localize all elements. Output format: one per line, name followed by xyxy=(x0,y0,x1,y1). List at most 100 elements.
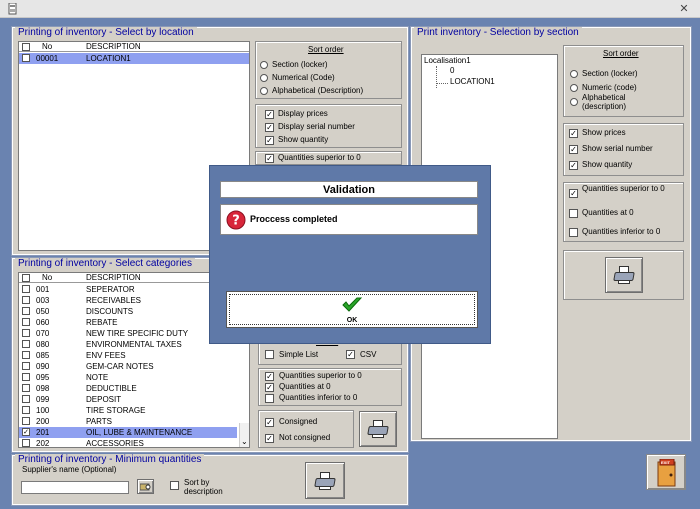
print-categories-button[interactable] xyxy=(359,411,397,447)
category-row[interactable]: 098 DEDUCTIBLE xyxy=(19,383,237,394)
category-row-description: DISCOUNTS xyxy=(86,307,134,316)
section-sort-alphabetical-radio[interactable] xyxy=(570,98,578,106)
category-row-checkbox[interactable] xyxy=(22,373,30,381)
category-row-checkbox[interactable] xyxy=(22,351,30,359)
section-sort-numeric-radio[interactable] xyxy=(570,84,578,92)
location-qty-superior-checkbox[interactable]: ✓ xyxy=(265,154,274,163)
display-serial-checkbox[interactable]: ✓ xyxy=(265,123,274,132)
consigned-checkbox[interactable]: ✓ xyxy=(265,418,274,427)
cat-qty-zero-checkbox[interactable]: ✓ xyxy=(265,383,274,392)
categories-select-all-checkbox[interactable] xyxy=(22,274,30,282)
category-row-no: 080 xyxy=(36,340,50,349)
categories-scrollbar[interactable]: ⌄ xyxy=(239,423,249,447)
exit-button[interactable]: EXIT xyxy=(646,454,686,490)
not-consigned-checkbox[interactable]: ✓ xyxy=(265,434,274,443)
location-row-checkbox[interactable] xyxy=(22,54,30,62)
show-serial-label: Show serial number xyxy=(582,144,653,153)
supplier-search-button[interactable] xyxy=(137,479,154,494)
category-row-checkbox[interactable] xyxy=(22,318,30,326)
show-quantity-checkbox[interactable]: ✓ xyxy=(265,136,274,145)
category-row[interactable]: 100 TIRE STORAGE xyxy=(19,405,237,416)
category-row-no: 050 xyxy=(36,307,50,316)
print-min-qty-button[interactable] xyxy=(305,462,345,499)
category-row[interactable]: 003 RECEIVABLES xyxy=(19,295,237,306)
location-list-header: No DESCRIPTION xyxy=(19,42,249,52)
section-sort-order-title: Sort order xyxy=(603,49,639,58)
dialog-ok-button[interactable]: OK xyxy=(226,291,478,328)
category-row[interactable]: 202 ACCESSORIES xyxy=(19,438,237,449)
section-qty-superior-checkbox[interactable]: ✓ xyxy=(569,189,578,198)
print-section-button[interactable] xyxy=(605,257,643,293)
category-row[interactable]: 050 DISCOUNTS xyxy=(19,306,237,317)
show-serial-checkbox[interactable]: ✓ xyxy=(569,145,578,154)
category-row-checkbox[interactable] xyxy=(22,406,30,414)
section-show-quantity-checkbox[interactable]: ✓ xyxy=(569,161,578,170)
section-qty-inferior-checkbox[interactable] xyxy=(569,228,578,237)
category-row[interactable]: 060 REBATE xyxy=(19,317,237,328)
category-row[interactable]: 001 SEPERATOR xyxy=(19,284,237,295)
category-row-checkbox[interactable] xyxy=(22,384,30,392)
tree-leaf-node[interactable]: LOCATION1 xyxy=(450,77,495,87)
categories-qty-group: ✓ Quantities superior to 0 ✓ Quantities … xyxy=(258,368,402,406)
category-row-checkbox[interactable] xyxy=(22,439,30,447)
cat-qty-superior-checkbox[interactable]: ✓ xyxy=(265,372,274,381)
show-prices-checkbox[interactable]: ✓ xyxy=(569,129,578,138)
category-row-checkbox[interactable] xyxy=(22,307,30,315)
category-row[interactable]: 090 GEM-CAR NOTES xyxy=(19,361,237,372)
csv-checkbox[interactable]: ✓ xyxy=(346,350,355,359)
category-row-checkbox[interactable]: ✓ xyxy=(22,428,30,436)
category-row[interactable]: 099 DEPOSIT xyxy=(19,394,237,405)
close-window-button[interactable]: ✕ xyxy=(672,1,696,16)
category-row[interactable]: 200 PARTS xyxy=(19,416,237,427)
tree-root-node[interactable]: Localisation1 xyxy=(424,56,471,66)
sort-by-description-label: Sort by description xyxy=(184,478,223,496)
folder-search-icon xyxy=(140,483,151,491)
dialog-ok-label: OK xyxy=(346,317,358,324)
category-row[interactable]: 095 NOTE xyxy=(19,372,237,383)
tree-child-node[interactable]: 0 xyxy=(450,66,454,76)
category-row-no: 085 xyxy=(36,351,50,360)
location-sort-alphabetical-label: Alphabetical (Description) xyxy=(272,86,364,95)
location-row[interactable]: 00001 LOCATION1 xyxy=(19,53,249,64)
category-row-no: 003 xyxy=(36,296,50,305)
location-sort-section-label: Section (locker) xyxy=(272,60,328,69)
category-row[interactable]: ✓ 201 OIL, LUBE & MAINTENANCE xyxy=(19,427,237,438)
category-row-checkbox[interactable] xyxy=(22,395,30,403)
location-sort-numerical-radio[interactable] xyxy=(260,74,268,82)
category-row-description: NOTE xyxy=(86,373,109,382)
category-row[interactable]: 070 NEW TIRE SPECIFIC DUTY xyxy=(19,328,237,339)
dialog-message-box: ? Proccess completed xyxy=(220,204,478,235)
app-icon xyxy=(8,2,17,15)
column-header-description: DESCRIPTION xyxy=(86,273,141,282)
category-row-checkbox[interactable] xyxy=(22,417,30,425)
section-qty-zero-checkbox[interactable] xyxy=(569,209,578,218)
category-row-checkbox[interactable] xyxy=(22,362,30,370)
sort-by-description-checkbox[interactable] xyxy=(170,481,179,490)
category-row-checkbox[interactable] xyxy=(22,285,30,293)
location-sort-alphabetical-radio[interactable] xyxy=(260,87,268,95)
cat-qty-zero-label: Quantities at 0 xyxy=(279,382,331,391)
location-select-all-checkbox[interactable] xyxy=(22,43,30,51)
category-row[interactable]: 085 ENV FEES xyxy=(19,350,237,361)
supplier-name-input[interactable] xyxy=(21,481,129,494)
category-row[interactable]: 080 ENVIRONMENTAL TAXES xyxy=(19,339,237,350)
cat-qty-superior-label: Quantities superior to 0 xyxy=(279,371,362,380)
location-sort-order-title: Sort order xyxy=(308,45,344,54)
printer-icon xyxy=(314,471,336,490)
category-row-checkbox[interactable] xyxy=(22,329,30,337)
simple-list-checkbox[interactable] xyxy=(265,350,274,359)
section-sort-section-radio[interactable] xyxy=(570,70,578,78)
column-header-description: DESCRIPTION xyxy=(86,42,141,51)
category-row-checkbox[interactable] xyxy=(22,296,30,304)
exit-label: EXIT xyxy=(661,460,670,465)
category-row-no: 098 xyxy=(36,384,50,393)
location-qty-superior-label: Quantities superior to 0 xyxy=(278,153,361,162)
cat-qty-inferior-checkbox[interactable] xyxy=(265,394,274,403)
location-sort-section-radio[interactable] xyxy=(260,61,268,69)
chevron-down-icon[interactable]: ⌄ xyxy=(241,437,248,446)
category-row-checkbox[interactable] xyxy=(22,340,30,348)
dialog-message: Proccess completed xyxy=(250,214,338,224)
consigned-label: Consigned xyxy=(279,417,318,426)
printer-icon xyxy=(367,420,389,438)
display-prices-checkbox[interactable]: ✓ xyxy=(265,110,274,119)
